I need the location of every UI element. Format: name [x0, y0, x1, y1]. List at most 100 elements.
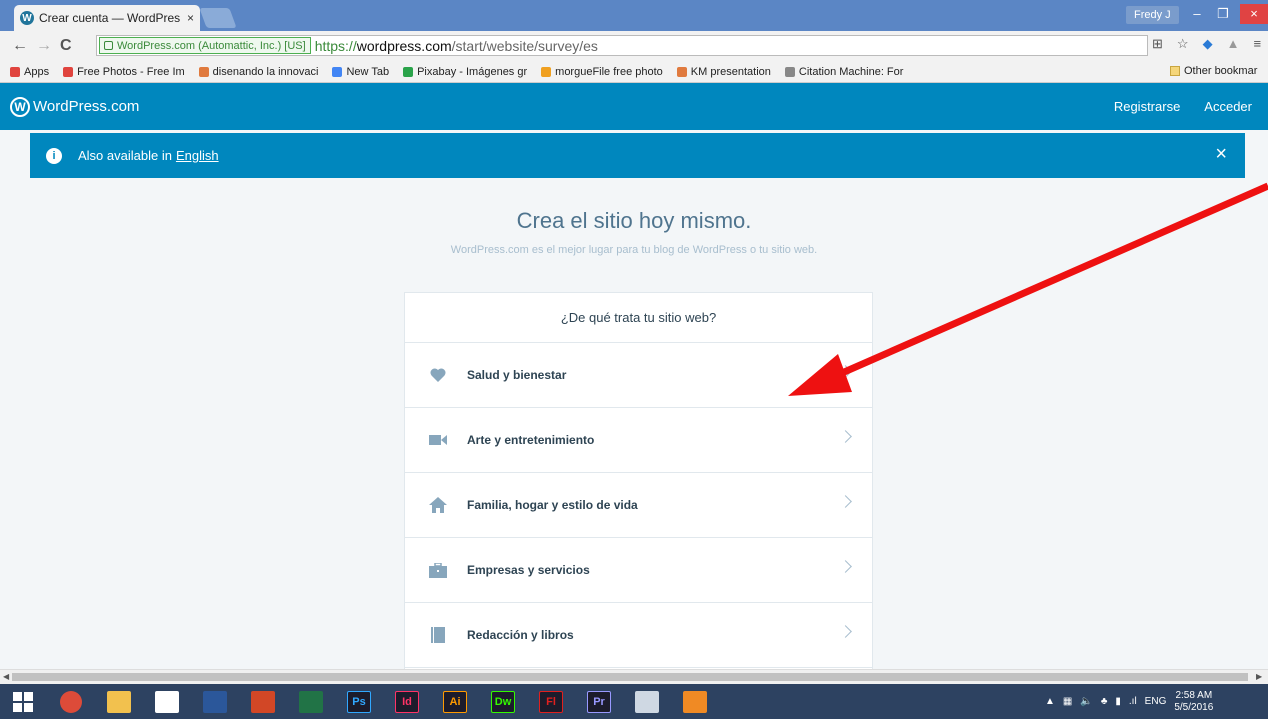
signup-link[interactable]: Registrarse: [1114, 99, 1180, 114]
address-bar[interactable]: WordPress.com (Automattic, Inc.) [US] ht…: [96, 35, 1148, 56]
survey-option-label: Redacción y libros: [467, 628, 574, 642]
windows-logo-icon: [13, 691, 33, 712]
taskbar-app[interactable]: Id: [388, 687, 426, 717]
scroll-left-icon[interactable]: ◀: [3, 672, 9, 681]
language-notice: i Also available in English ×: [30, 133, 1245, 178]
flash-icon: Fl: [539, 690, 563, 713]
taskbar-app[interactable]: Ps: [340, 687, 378, 717]
illustrator-icon: Ai: [443, 690, 467, 713]
new-tab-button[interactable]: [199, 8, 237, 28]
survey-option[interactable]: Redacción y libros: [405, 603, 872, 668]
extension-icon[interactable]: ▲: [1227, 36, 1240, 52]
survey-option[interactable]: Familia, hogar y estilo de vida: [405, 473, 872, 538]
bookmark-item[interactable]: KM presentation: [676, 66, 771, 78]
show-hidden-icons-icon[interactable]: ▲: [1045, 696, 1055, 707]
chevron-right-icon: [839, 430, 852, 443]
tab-strip: W Crear cuenta — WordPres × Fredy J – ❐ …: [0, 0, 1268, 31]
survey-option[interactable]: Salud y bienestar: [405, 343, 872, 408]
taskbar-app[interactable]: [100, 687, 138, 717]
tab-title: Crear cuenta — WordPres: [39, 11, 181, 25]
scrollbar-thumb[interactable]: [12, 673, 1248, 681]
maximize-button[interactable]: ❐: [1210, 4, 1236, 24]
bookmark-item[interactable]: Free Photos - Free Im: [63, 66, 185, 78]
secure-label: WordPress.com (Automattic, Inc.) [US]: [117, 39, 306, 52]
english-link[interactable]: English: [176, 148, 219, 163]
wordpress-favicon-icon: W: [20, 11, 34, 25]
extension-icon[interactable]: ◆: [1203, 36, 1213, 52]
survey-question: ¿De qué trata tu sitio web?: [405, 293, 872, 343]
forward-button[interactable]: →: [36, 37, 54, 55]
chevron-right-icon: [839, 625, 852, 638]
other-bookmarks-label: Other bookmar: [1184, 65, 1258, 77]
bookmark-label: Free Photos - Free Im: [77, 65, 185, 78]
bookmark-item[interactable]: disenando la innovaci: [198, 66, 318, 78]
secure-badge[interactable]: WordPress.com (Automattic, Inc.) [US]: [99, 37, 311, 54]
star-icon: [541, 66, 552, 77]
profile-button[interactable]: Fredy J: [1126, 6, 1179, 24]
battery-icon[interactable]: ▮: [1115, 696, 1121, 707]
taskbar-app[interactable]: [292, 687, 330, 717]
taskbar-app[interactable]: Fl: [532, 687, 570, 717]
close-window-button[interactable]: ×: [1240, 4, 1268, 24]
login-link[interactable]: Acceder: [1204, 99, 1252, 114]
tab-close-button[interactable]: ×: [187, 11, 194, 25]
bookmark-item[interactable]: Apps: [10, 66, 49, 78]
network-icon[interactable]: ▦: [1063, 696, 1072, 707]
taskbar-app[interactable]: Ai: [436, 687, 474, 717]
clock-time: 2:58 AM: [1175, 689, 1213, 701]
indesign-icon: Id: [395, 690, 419, 713]
page-subtitle: WordPress.com es el mejor lugar para tu …: [450, 244, 818, 256]
start-button[interactable]: [4, 687, 42, 717]
url-text: https://wordpress.com/start/website/surv…: [315, 38, 598, 54]
minimize-button[interactable]: –: [1184, 4, 1210, 24]
system-tray: ▲ ▦ 🔈 ♣ ▮ .ıl ENG 2:58 AM 5/5/2016: [1045, 684, 1213, 719]
bookmark-item[interactable]: New Tab: [332, 66, 389, 78]
taskbar-app[interactable]: [676, 687, 714, 717]
horizontal-scrollbar[interactable]: ◀ ▶: [0, 669, 1268, 684]
tray-app-icon[interactable]: ♣: [1101, 696, 1108, 707]
browser-tab[interactable]: W Crear cuenta — WordPres ×: [14, 5, 200, 31]
translate-icon[interactable]: ⊞: [1152, 36, 1163, 52]
wordpress-logo[interactable]: W WordPress.com: [10, 96, 140, 117]
bookmark-star-icon[interactable]: ☆: [1177, 36, 1189, 52]
google-icon: [332, 66, 343, 77]
reload-button[interactable]: C: [60, 37, 78, 55]
scroll-right-icon[interactable]: ▶: [1256, 672, 1262, 681]
page-title: Crea el sitio hoy mismo.: [516, 208, 752, 233]
file-explorer-icon: [107, 690, 131, 713]
taskbar-app[interactable]: [52, 687, 90, 717]
clock[interactable]: 2:58 AM 5/5/2016: [1174, 690, 1213, 714]
other-bookmarks[interactable]: Other bookmar: [1170, 65, 1257, 77]
notice-close-button[interactable]: ×: [1215, 143, 1227, 166]
excel-icon: [299, 690, 323, 713]
survey-option[interactable]: Empresas y servicios: [405, 538, 872, 603]
bookmark-item[interactable]: Citation Machine: For: [784, 66, 903, 78]
taskbar-app[interactable]: [148, 687, 186, 717]
taskbar-app[interactable]: [196, 687, 234, 717]
taskbar-app[interactable]: Pr: [580, 687, 618, 717]
menu-icon[interactable]: ≡: [1253, 36, 1261, 52]
bookmark-label: Pixabay - Imágenes gr: [417, 65, 528, 78]
signal-icon[interactable]: .ıl: [1129, 696, 1137, 707]
km-icon: [676, 66, 687, 77]
language-indicator[interactable]: ENG: [1145, 696, 1167, 707]
back-button[interactable]: ←: [12, 37, 30, 55]
bookmark-item[interactable]: Pixabay - Imágenes gr: [403, 66, 527, 78]
premiere-icon: Pr: [587, 690, 611, 713]
bookmark-label: morgueFile free photo: [555, 65, 663, 78]
page-icon: [784, 66, 795, 77]
toolbar-extensions: ⊞ ☆ ◆ ▲ ≡: [1152, 36, 1261, 52]
site-topic-survey: ¿De qué trata tu sitio web? Salud y bien…: [404, 292, 873, 672]
photoshop-icon: Ps: [347, 690, 371, 713]
volume-icon[interactable]: 🔈: [1080, 696, 1092, 707]
wordpress-logo-text: WordPress.com: [33, 98, 140, 115]
bookmark-item[interactable]: morgueFile free photo: [541, 66, 663, 78]
taskbar-app[interactable]: [628, 687, 666, 717]
heart-icon: [429, 367, 447, 383]
survey-option[interactable]: Arte y entretenimiento: [405, 408, 872, 473]
wordpress-w-icon: W: [10, 96, 30, 117]
apps-grid-icon: [10, 66, 20, 77]
taskbar-app[interactable]: [244, 687, 282, 717]
survey-option-label: Salud y bienestar: [467, 368, 567, 382]
taskbar-app[interactable]: Dw: [484, 687, 522, 717]
